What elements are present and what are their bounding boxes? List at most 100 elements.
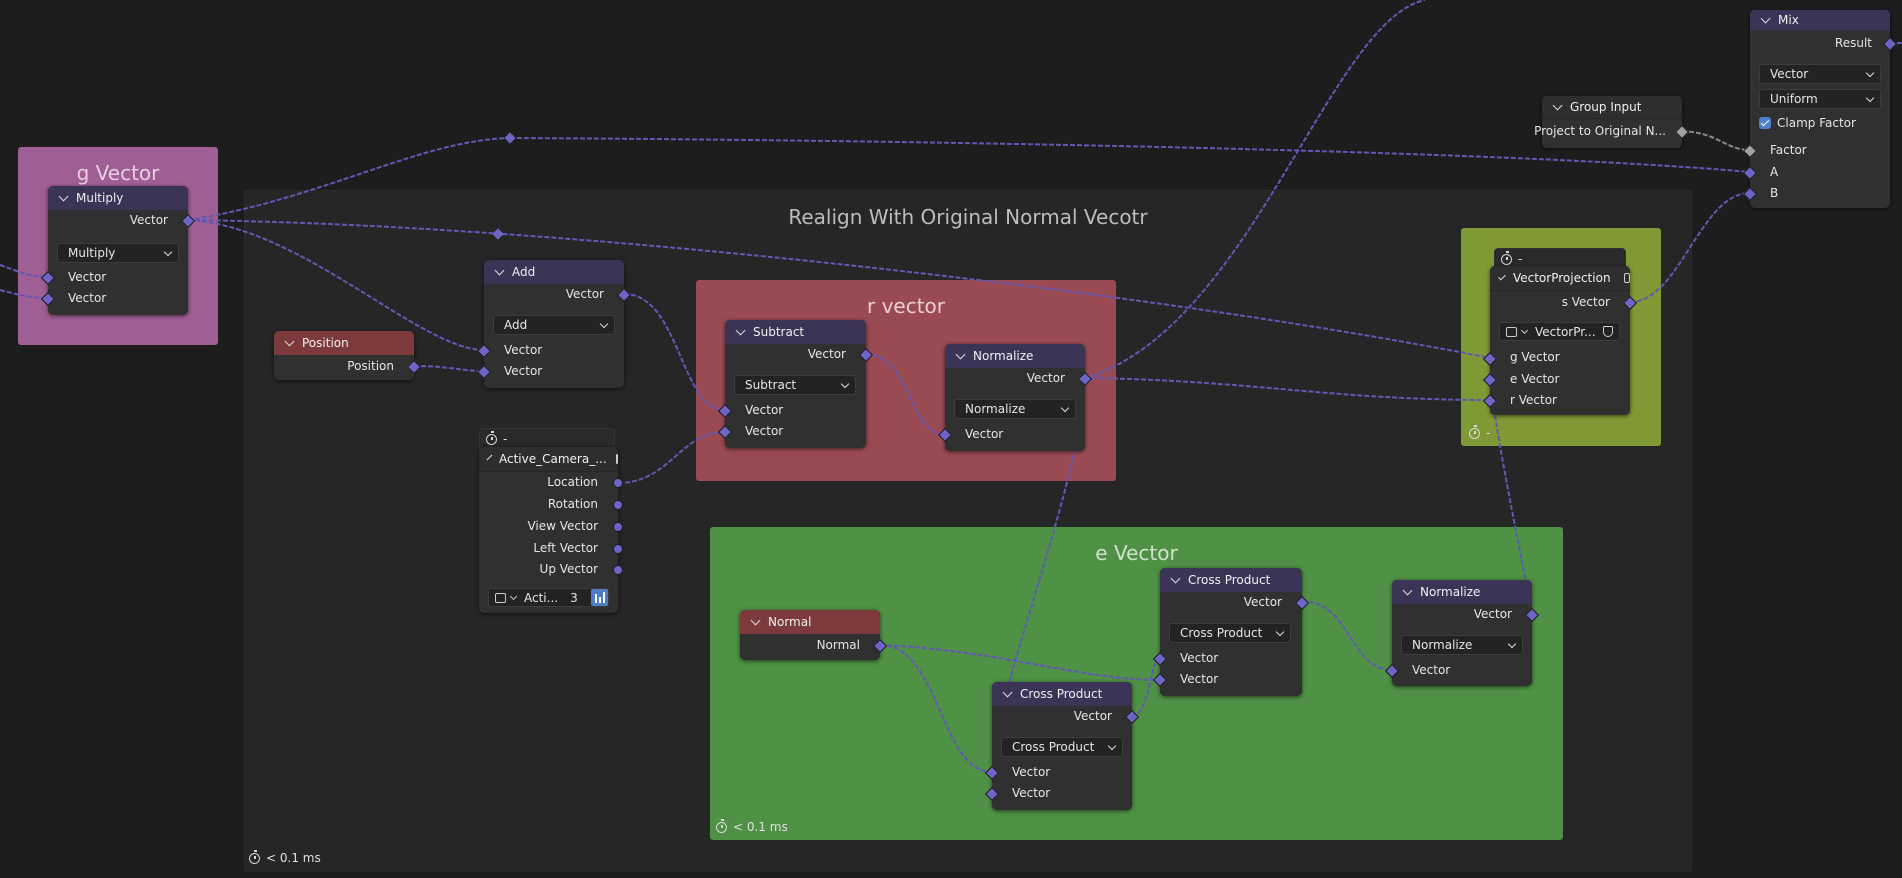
- chevron-down-icon: [840, 379, 850, 389]
- stopwatch-icon: [1501, 250, 1512, 265]
- output-socket[interactable]: [613, 478, 623, 488]
- node-header[interactable]: Cross Product: [992, 682, 1132, 706]
- output-label: Rotation: [547, 497, 598, 511]
- chevron-down-icon[interactable]: [486, 454, 493, 460]
- data-type-dropdown[interactable]: Vector: [1759, 64, 1881, 84]
- node-group-selector[interactable]: VectorPr...: [1499, 322, 1620, 341]
- operation-dropdown[interactable]: Normalize: [1401, 635, 1523, 655]
- chevron-down-icon: [1507, 639, 1517, 649]
- node-header[interactable]: Multiply: [48, 186, 188, 210]
- output-label: Vector: [1073, 709, 1112, 723]
- input-socket[interactable]: [1742, 165, 1758, 181]
- node-group-selector[interactable]: Acti... 3: [488, 588, 609, 607]
- node-normalize-2[interactable]: Normalize Vector Normalize Vector: [1384, 580, 1540, 686]
- fake-user-icon[interactable]: [591, 589, 608, 606]
- node-tree-icon[interactable]: [1506, 326, 1517, 337]
- chevron-down-icon[interactable]: [284, 336, 295, 346]
- chevron-down-icon[interactable]: [509, 592, 518, 600]
- chevron-down-icon[interactable]: [494, 265, 505, 275]
- output-label: Project to Original N...: [1534, 124, 1666, 138]
- node-cross-product-1[interactable]: Cross Product Vector Cross Product Vecto…: [984, 682, 1140, 810]
- input-label: Vector: [1412, 663, 1451, 677]
- node-normal[interactable]: Normal Normal: [740, 610, 888, 660]
- node-group-icon: [615, 454, 618, 464]
- node-group-input[interactable]: Group Input Project to Original N...: [1534, 96, 1690, 148]
- input-label: Vector: [1012, 786, 1051, 800]
- input-label: Vector: [1180, 651, 1219, 665]
- operation-dropdown[interactable]: Subtract: [734, 375, 856, 395]
- link-group-input-factor: [1681, 130, 1751, 151]
- node-header[interactable]: Normal: [740, 610, 880, 634]
- output-label: Position: [347, 359, 394, 373]
- node-mix[interactable]: Mix Result Vector Uniform Clamp Factor F…: [1742, 10, 1898, 208]
- output-socket[interactable]: [613, 565, 623, 575]
- output-label: Vector: [129, 213, 168, 227]
- output-label: Vector: [1473, 607, 1512, 621]
- output-socket[interactable]: [1882, 36, 1898, 52]
- node-header[interactable]: Cross Product: [1160, 568, 1302, 592]
- node-header[interactable]: Normalize: [945, 344, 1085, 368]
- input-label: Vector: [504, 343, 543, 357]
- output-label: s Vector: [1561, 295, 1610, 309]
- node-header[interactable]: Position: [274, 331, 414, 355]
- operation-dropdown[interactable]: Add: [493, 315, 615, 335]
- operation-dropdown[interactable]: Multiply: [57, 243, 179, 263]
- output-label: Vector: [1243, 595, 1282, 609]
- output-socket[interactable]: [613, 500, 623, 510]
- chevron-down-icon[interactable]: [750, 615, 761, 625]
- node-subtract[interactable]: Subtract Vector Subtract Vector Vector: [717, 320, 874, 448]
- chevron-down-icon: [163, 247, 173, 257]
- input-label: g Vector: [1510, 350, 1560, 364]
- output-label: Result: [1834, 36, 1872, 50]
- output-socket[interactable]: [1674, 124, 1690, 140]
- output-socket[interactable]: [613, 544, 623, 554]
- node-header[interactable]: Normalize: [1392, 580, 1532, 604]
- input-label: Vector: [745, 424, 784, 438]
- input-socket[interactable]: [1742, 186, 1758, 202]
- chevron-down-icon[interactable]: [1170, 573, 1181, 583]
- node-header[interactable]: Active_Camera_...3: [479, 447, 618, 472]
- clamp-factor-checkbox[interactable]: Clamp Factor: [1759, 114, 1856, 132]
- node-active-camera[interactable]: Active_Camera_...3 Location Rotation Vie…: [479, 447, 623, 613]
- node-header[interactable]: Group Input: [1542, 96, 1682, 119]
- node-header[interactable]: VectorProjection: [1490, 266, 1630, 291]
- factor-mode-dropdown[interactable]: Uniform: [1759, 89, 1881, 109]
- chevron-down-icon[interactable]: [1402, 585, 1413, 595]
- checkmark-icon[interactable]: [1759, 117, 1771, 129]
- frame-timer: -: [1469, 424, 1490, 440]
- node-multiply[interactable]: Multiply Vector Multiply Vector Vector: [40, 186, 196, 315]
- frame-title: e Vector: [1095, 541, 1178, 565]
- output-socket[interactable]: [613, 522, 623, 532]
- operation-dropdown[interactable]: Cross Product: [1001, 737, 1123, 757]
- node-header[interactable]: Subtract: [725, 320, 866, 344]
- node-cross-product-2[interactable]: Cross Product Vector Cross Product Vecto…: [1152, 568, 1310, 696]
- operation-dropdown[interactable]: Normalize: [954, 399, 1076, 419]
- node-add[interactable]: Add Vector Add Vector Vector: [476, 260, 632, 388]
- chevron-down-icon[interactable]: [735, 325, 746, 335]
- chevron-down-icon[interactable]: [1498, 272, 1506, 280]
- node-header[interactable]: Mix: [1750, 10, 1890, 30]
- operation-dropdown[interactable]: Cross Product: [1169, 623, 1291, 643]
- node-header[interactable]: Add: [484, 260, 624, 284]
- input-label: Vector: [68, 270, 107, 284]
- chevron-down-icon[interactable]: [58, 191, 69, 201]
- node-normalize[interactable]: Normalize Vector Normalize Vector: [937, 344, 1093, 451]
- chevron-down-icon[interactable]: [955, 349, 966, 359]
- chevron-down-icon: [1107, 741, 1117, 751]
- node-position[interactable]: Position Position: [274, 331, 422, 380]
- chevron-down-icon[interactable]: [1002, 687, 1013, 697]
- frame-timer: < 0.1 ms: [716, 818, 788, 834]
- fake-user-shield-icon[interactable]: [1603, 326, 1613, 337]
- reroute-point[interactable]: [504, 132, 516, 144]
- chevron-down-icon[interactable]: [1520, 326, 1529, 334]
- input-label: Vector: [1180, 672, 1219, 686]
- input-socket[interactable]: [1742, 143, 1758, 159]
- node-tree-icon[interactable]: [495, 592, 506, 603]
- output-label: Normal: [816, 638, 860, 652]
- node-vector-projection[interactable]: VectorProjection s Vector VectorPr... g …: [1482, 266, 1638, 415]
- input-label: Vector: [68, 291, 107, 305]
- input-label: Vector: [504, 364, 543, 378]
- chevron-down-icon[interactable]: [1552, 100, 1563, 110]
- chevron-down-icon[interactable]: [1760, 13, 1771, 23]
- chevron-down-icon: [1865, 93, 1875, 103]
